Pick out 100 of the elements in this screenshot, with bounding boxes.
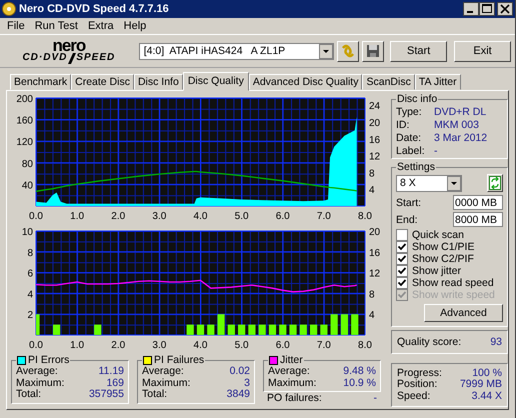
info-value: - (434, 144, 438, 156)
axis-tick-label: 8 (369, 168, 375, 180)
axis-tick-label: 160 (16, 116, 33, 127)
logo-wordmark: nero (52, 38, 86, 52)
stat-label: Average: (16, 366, 58, 378)
tab[interactable]: Disc Quality (182, 72, 249, 91)
menu-item[interactable]: Help (118, 20, 152, 32)
axis-tick-label: 0.0 (29, 340, 43, 351)
axis-tick-label: 4.0 (194, 340, 208, 351)
axis-tick-label: 10 (22, 227, 33, 238)
stat-value: 357955 (88, 389, 124, 400)
group-title: Settings (396, 161, 436, 173)
tab[interactable]: Advanced Disc Quality (248, 74, 362, 90)
info-label: Date: (396, 132, 422, 144)
logo-text: CD·DVD (22, 53, 68, 63)
tab[interactable]: TA Jitter (414, 74, 461, 90)
menu-item[interactable]: Extra (82, 20, 119, 32)
axis-tick-label: 16 (369, 248, 380, 259)
axis-tick-label: 120 (16, 137, 33, 148)
quality-value: 93 (490, 336, 502, 348)
info-value: 3 Mar 2012 (434, 132, 488, 144)
progress-value: 3.44 X (472, 390, 502, 402)
group-title: Disc info (396, 93, 438, 105)
tab[interactable]: Disc Info (134, 74, 183, 90)
axis-tick-label: 12 (369, 268, 380, 280)
stat-label: Maximum: (142, 378, 190, 389)
stat-label: PO failures: (267, 393, 322, 404)
progress-value: 100 % (472, 368, 502, 379)
menu-item[interactable]: Run Test (30, 20, 83, 32)
advanced-button[interactable]: Advanced (424, 304, 503, 322)
window-title: Nero CD-DVD Speed 4.7.7.16 (19, 3, 170, 15)
axis-tick-label: 0.0 (29, 211, 43, 222)
checkbox-label: Quick scan (412, 229, 464, 241)
axis-tick-label: 40 (22, 180, 33, 192)
axis-tick-label: 3.0 (152, 211, 166, 222)
stat-label: Average: (268, 366, 310, 378)
axis-tick-label: 4.0 (194, 211, 208, 222)
axis-tick-label: 1.0 (70, 340, 84, 351)
stat-value: 169 (106, 378, 124, 389)
stat-value: 3 (244, 378, 250, 389)
checkbox-label: Show read speed (412, 277, 494, 289)
speed-dropdown[interactable]: 8 X (396, 174, 462, 192)
stat-value: 11.19 (98, 366, 124, 378)
stat-label: Total: (142, 389, 168, 400)
axis-tick-label: 12 (369, 152, 380, 163)
drive-dropdown[interactable]: [4:0] ATAPI iHAS424 A ZL1P (138, 42, 334, 60)
axis-tick-label: 16 (369, 134, 380, 146)
tab[interactable]: Benchmark (10, 74, 72, 90)
axis-tick-label: 200 (16, 94, 33, 105)
progress-value: 7999 MB (460, 379, 502, 390)
field-label: Start: (396, 196, 422, 208)
axis-tick-label: 4 (27, 289, 33, 300)
axis-tick-label: 7.0 (316, 340, 331, 351)
toolbar-button[interactable]: Start (390, 40, 448, 62)
tab[interactable]: Create Disc (71, 74, 134, 90)
info-value: MKM 003 (434, 118, 479, 130)
progress-label: Progress: (397, 368, 442, 378)
axis-tick-label: 8.0 (358, 340, 372, 351)
axis-tick-label: 1.0 (70, 211, 84, 222)
axis-tick-label: 4 (369, 310, 375, 322)
progress-label: Speed: (397, 390, 430, 402)
input-field[interactable]: 0000 MB (453, 195, 503, 210)
info-label: Type: (396, 106, 423, 118)
axis-tick-label: 6.0 (276, 211, 290, 222)
checkbox-label: Show C1/PIE (412, 241, 474, 253)
group-title: Jitter (280, 354, 303, 366)
info-value: DVD+R DL (434, 106, 486, 118)
stat-label: Total: (16, 389, 42, 400)
checkbox-label: Show C2/PIF (412, 253, 474, 265)
stat-value: 9.48 % (343, 366, 376, 378)
axis-tick-label: 20 (369, 118, 380, 129)
stat-label: Average: (142, 366, 184, 378)
toolbar-button[interactable]: Exit (454, 40, 511, 62)
axis-tick-label: 5.0 (234, 340, 249, 351)
axis-tick-label: 2.0 (111, 211, 126, 222)
axis-tick-label: 20 (369, 227, 380, 238)
axis-tick-label: 8 (27, 248, 33, 259)
checkbox-label: Show jitter (412, 265, 462, 277)
axis-tick-label: 5.0 (234, 211, 249, 222)
axis-tick-label: 80 (22, 158, 33, 170)
axis-tick-label: 8.0 (358, 211, 372, 222)
axis-tick-label: 24 (369, 101, 380, 112)
axis-tick-label: 6.0 (276, 340, 290, 351)
stat-value: 0.02 (230, 366, 250, 378)
menu-item[interactable]: File (2, 20, 30, 32)
stat-label: Maximum: (16, 378, 64, 389)
axis-tick-label: 2 (27, 310, 33, 322)
axis-tick-label: 4 (369, 185, 375, 196)
field-label: End: (396, 214, 418, 226)
tab[interactable]: ScanDisc (362, 74, 415, 90)
info-label: ID: (396, 118, 410, 130)
axis-tick-label: 2.0 (111, 340, 126, 351)
axis-tick-label: 3.0 (152, 340, 166, 351)
axis-tick-label: 8 (369, 289, 375, 300)
group-title: PI Errors (28, 354, 70, 366)
progress-label: Position: (397, 379, 438, 390)
input-field[interactable]: 8000 MB (453, 212, 503, 227)
stat-value: 10.9 % (343, 378, 376, 389)
stat-value: - (374, 393, 377, 404)
stat-value: 3849 (226, 389, 250, 400)
